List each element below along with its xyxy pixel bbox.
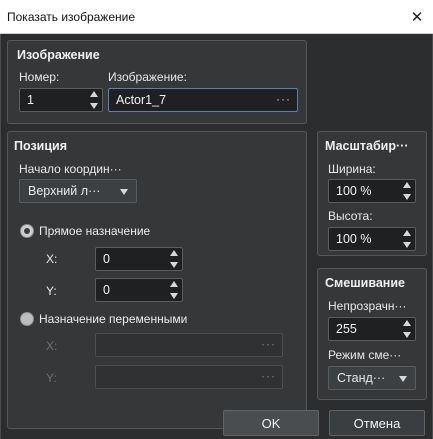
blend-mode-label: Режим сме··· bbox=[328, 348, 402, 362]
scale-group: Масштабир··· Ширина: 100 % Высота: 100 % bbox=[317, 131, 427, 256]
direct-y-stepper[interactable]: 0 bbox=[95, 278, 183, 302]
image-group: Изображение Номер: 1 Изображение: Actor1… bbox=[7, 40, 307, 124]
direct-y-value: 0 bbox=[103, 283, 110, 297]
close-icon[interactable]: ✕ bbox=[407, 7, 427, 27]
direct-y-label: Y: bbox=[46, 284, 57, 298]
cancel-button[interactable]: Отмена bbox=[329, 410, 425, 436]
blend-mode-value: Станд··· bbox=[337, 371, 386, 385]
number-value: 1 bbox=[27, 93, 34, 107]
radio-direct-label: Прямое назначение bbox=[39, 224, 151, 238]
title-bar: Показать изображение ✕ bbox=[0, 0, 433, 34]
blend-group-title: Смешивание bbox=[325, 276, 405, 290]
opacity-value: 255 bbox=[336, 322, 357, 336]
position-group: Позиция Начало координ··· Верхний л··· П… bbox=[7, 131, 307, 429]
image-label: Изображение: bbox=[108, 70, 187, 84]
image-group-title: Изображение bbox=[17, 48, 100, 62]
origin-value: Верхний л··· bbox=[28, 184, 101, 198]
height-stepper[interactable]: 100 % bbox=[328, 227, 416, 251]
blend-group: Смешивание Непрозрачн··· 255 Режим сме··… bbox=[317, 268, 427, 400]
decrement-icon[interactable] bbox=[403, 242, 411, 248]
var-y-picker[interactable]: ··· bbox=[95, 365, 283, 389]
direct-x-value: 0 bbox=[103, 252, 110, 266]
origin-select[interactable]: Верхний л··· bbox=[19, 179, 137, 203]
window-title: Показать изображение bbox=[7, 9, 136, 24]
decrement-icon[interactable] bbox=[403, 194, 411, 200]
decrement-icon[interactable] bbox=[170, 262, 178, 268]
dialog-client: Изображение Номер: 1 Изображение: Actor1… bbox=[0, 34, 433, 439]
height-value: 100 % bbox=[336, 232, 372, 246]
increment-icon[interactable] bbox=[403, 230, 411, 236]
decrement-icon[interactable] bbox=[403, 332, 411, 338]
ellipsis-icon[interactable]: ··· bbox=[276, 92, 291, 106]
increment-icon[interactable] bbox=[170, 281, 178, 287]
width-value: 100 % bbox=[336, 184, 372, 198]
direct-x-stepper[interactable]: 0 bbox=[95, 247, 183, 271]
increment-icon[interactable] bbox=[403, 320, 411, 326]
chevron-down-icon bbox=[399, 376, 407, 382]
opacity-label: Непрозрачн··· bbox=[328, 299, 407, 313]
position-group-title: Позиция bbox=[14, 139, 68, 153]
width-stepper[interactable]: 100 % bbox=[328, 179, 416, 203]
height-label: Высота: bbox=[328, 209, 373, 223]
increment-icon[interactable] bbox=[170, 250, 178, 256]
radio-indicator[interactable] bbox=[20, 224, 34, 238]
number-stepper[interactable]: 1 bbox=[19, 88, 103, 112]
direct-x-label: X: bbox=[46, 252, 58, 266]
number-label: Номер: bbox=[19, 70, 60, 84]
increment-icon[interactable] bbox=[90, 91, 98, 97]
image-picker[interactable]: Actor1_7 ··· bbox=[108, 88, 298, 112]
width-label: Ширина: bbox=[328, 162, 376, 176]
var-x-picker[interactable]: ··· bbox=[95, 333, 283, 357]
blend-mode-select[interactable]: Станд··· bbox=[328, 366, 416, 390]
radio-variables[interactable]: Назначение переменными bbox=[20, 312, 187, 326]
ellipsis-icon[interactable]: ··· bbox=[261, 337, 276, 351]
origin-label: Начало координ··· bbox=[19, 162, 122, 176]
radio-direct[interactable]: Прямое назначение bbox=[20, 224, 150, 238]
scale-group-title: Масштабир··· bbox=[325, 139, 409, 153]
var-x-label: X: bbox=[46, 339, 58, 353]
radio-variables-label: Назначение переменными bbox=[39, 312, 188, 326]
decrement-icon[interactable] bbox=[90, 103, 98, 109]
ok-button[interactable]: OK bbox=[223, 410, 319, 436]
ellipsis-icon[interactable]: ··· bbox=[261, 369, 276, 383]
increment-icon[interactable] bbox=[403, 182, 411, 188]
image-value: Actor1_7 bbox=[116, 93, 167, 107]
opacity-stepper[interactable]: 255 bbox=[328, 317, 416, 341]
decrement-icon[interactable] bbox=[170, 293, 178, 299]
radio-indicator[interactable] bbox=[20, 312, 34, 326]
chevron-down-icon bbox=[120, 189, 128, 195]
var-y-label: Y: bbox=[46, 371, 57, 385]
